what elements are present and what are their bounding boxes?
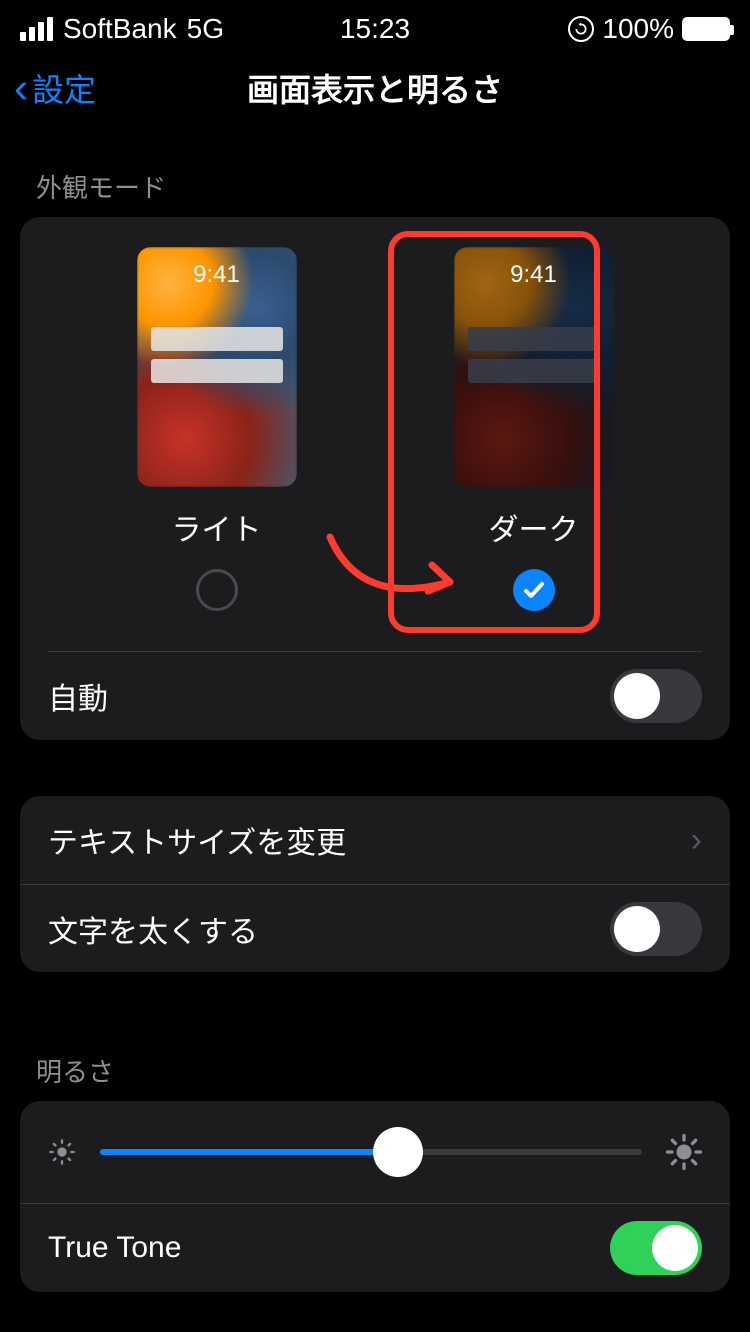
clock: 15:23 <box>0 13 750 45</box>
brightness-group: True Tone <box>20 1101 730 1292</box>
chevron-left-icon: ‹ <box>14 67 28 109</box>
light-mode-radio[interactable] <box>196 569 238 611</box>
light-mode-preview: 9:41 <box>137 247 297 487</box>
preview-time: 9:41 <box>137 261 297 289</box>
chevron-right-icon: › <box>691 821 702 860</box>
bold-text-label: 文字を太くする <box>48 907 258 951</box>
battery-icon <box>682 17 730 41</box>
sun-low-icon <box>48 1138 76 1166</box>
nav-bar: ‹ 設定 画面表示と明るさ <box>0 48 750 128</box>
bold-text-row: 文字を太くする <box>20 884 730 972</box>
sun-high-icon <box>666 1134 702 1170</box>
brightness-slider-row <box>20 1101 730 1204</box>
appearance-selector: 9:41 ライト 9:41 ダーク <box>48 217 702 652</box>
appearance-group: 9:41 ライト 9:41 ダーク 自動 <box>20 217 730 740</box>
back-button[interactable]: ‹ 設定 <box>14 65 96 111</box>
automatic-row: 自動 <box>20 652 730 740</box>
automatic-label: 自動 <box>48 674 108 718</box>
appearance-mode-dark[interactable]: 9:41 ダーク <box>454 247 614 611</box>
light-mode-label: ライト <box>172 505 262 549</box>
brightness-section-label: 明るさ <box>0 972 750 1101</box>
dark-mode-label: ダーク <box>489 505 579 549</box>
dark-mode-preview: 9:41 <box>454 247 614 487</box>
true-tone-row: True Tone <box>20 1204 730 1292</box>
appearance-mode-light[interactable]: 9:41 ライト <box>137 247 297 611</box>
text-size-row[interactable]: テキストサイズを変更 › <box>20 796 730 884</box>
preview-time: 9:41 <box>454 261 614 289</box>
automatic-toggle[interactable] <box>610 669 702 723</box>
dark-mode-radio[interactable] <box>513 569 555 611</box>
text-size-label: テキストサイズを変更 <box>48 818 346 862</box>
brightness-slider[interactable] <box>100 1127 642 1177</box>
back-label: 設定 <box>32 65 96 111</box>
status-bar: SoftBank 5G 15:23 100% <box>0 0 750 48</box>
bold-text-toggle[interactable] <box>610 902 702 956</box>
checkmark-icon <box>522 578 546 602</box>
true-tone-label: True Tone <box>48 1231 181 1265</box>
true-tone-toggle[interactable] <box>610 1221 702 1275</box>
text-group: テキストサイズを変更 › 文字を太くする <box>20 796 730 972</box>
appearance-section-label: 外観モード <box>0 128 750 217</box>
page-title: 画面表示と明るさ <box>0 65 750 111</box>
